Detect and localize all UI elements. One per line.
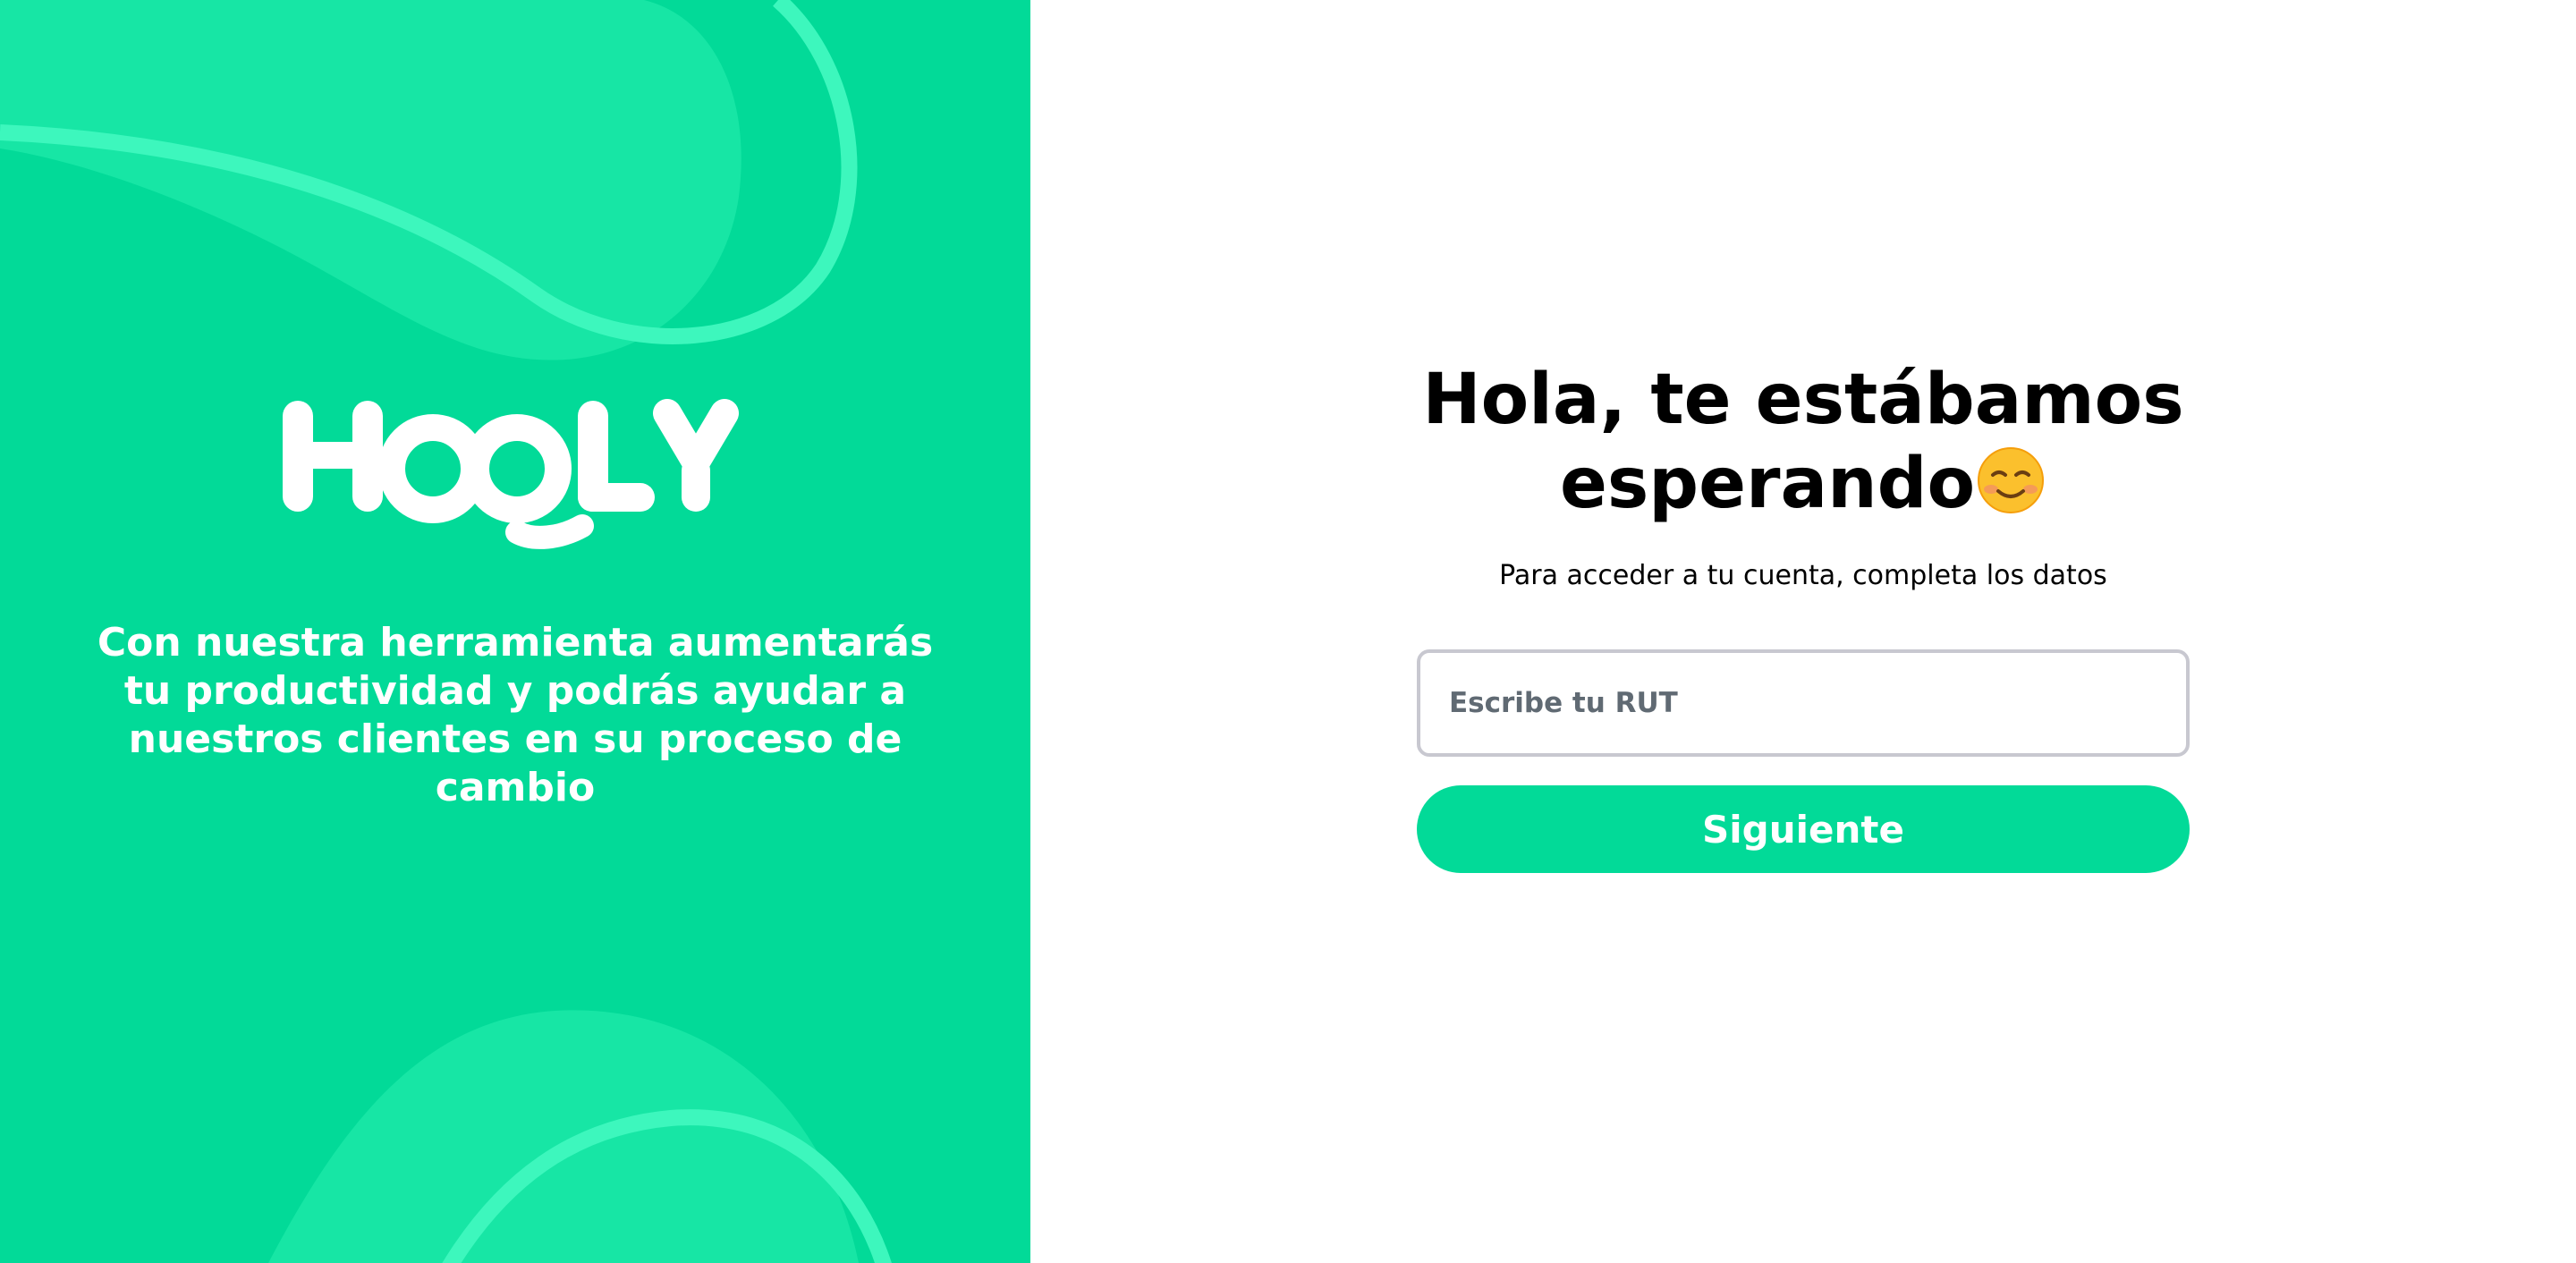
page-subtitle: Para acceder a tu cuenta, completa los d… <box>1499 560 2107 591</box>
rut-input[interactable] <box>1417 649 2190 757</box>
login-panel: Hola, te estábamos esperando Para accede… <box>1030 0 2576 1263</box>
title-line-2: esperando <box>1559 444 1976 524</box>
title-line-1: Hola, te estábamos <box>1422 360 2184 440</box>
login-form: Hola, te estábamos esperando Para accede… <box>1417 358 2190 873</box>
hooly-logo <box>283 399 739 549</box>
smiling-face-icon <box>1978 447 2045 513</box>
brand-panel: Con nuestra herramienta aumentarás tu pr… <box>0 0 1030 1263</box>
next-button[interactable]: Siguiente <box>1417 785 2190 873</box>
page-title: Hola, te estábamos esperando <box>1417 358 2190 526</box>
brand-tagline: Con nuestra herramienta aumentarás tu pr… <box>97 620 934 810</box>
login-page: Con nuestra herramienta aumentarás tu pr… <box>0 0 2576 1263</box>
